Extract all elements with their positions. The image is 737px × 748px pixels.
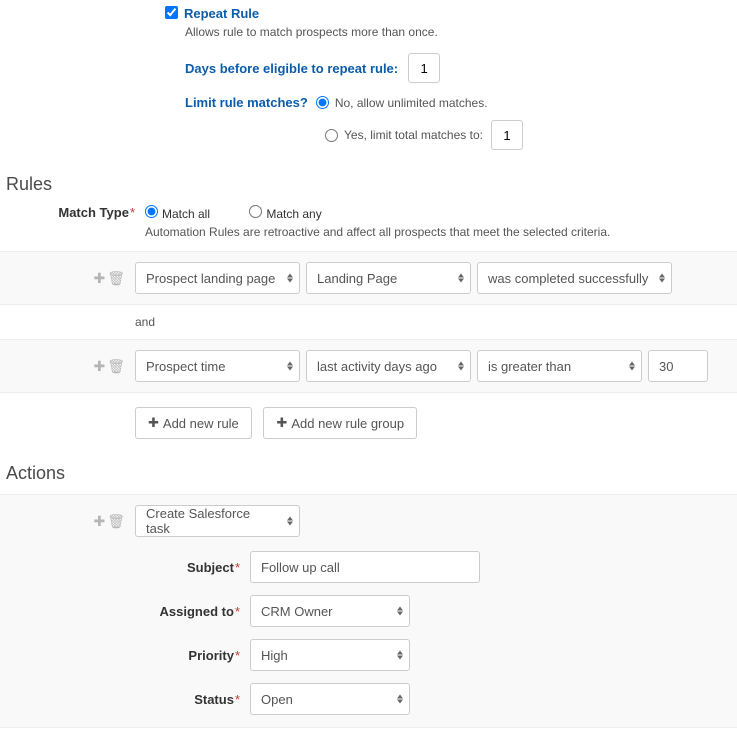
trash-icon[interactable]: 🗑 [107,513,125,529]
actions-heading: Actions [6,463,737,484]
assigned-to-label: Assigned to [160,604,234,619]
rule-field-select[interactable]: Prospect time [135,350,300,382]
limit-yes-text: Yes, limit total matches to: [344,128,483,142]
match-all-text: Match all [162,207,210,221]
rule-value-input[interactable] [648,350,708,382]
rule-sub-select[interactable]: last activity days ago [306,350,471,382]
rule-row: ✚🗑 Prospect landing page Landing Page wa… [0,251,737,305]
rules-heading: Rules [6,174,737,195]
trash-icon[interactable]: 🗑 [107,270,125,286]
limit-yes-radio[interactable]: Yes, limit total matches to: [325,128,483,142]
days-before-input[interactable] [408,53,440,83]
days-before-label: Days before eligible to repeat rule: [185,61,398,76]
match-help-text: Automation Rules are retroactive and aff… [145,225,610,239]
rule-op-select[interactable]: is greater than [477,350,642,382]
rule-op-select[interactable]: was completed successfully [477,262,672,294]
rule-field-value: Prospect landing page [146,271,275,286]
rule-field-value: Prospect time [146,359,225,374]
rule-sub-value: last activity days ago [317,359,437,374]
add-icon[interactable]: ✚ [93,513,105,529]
limit-no-radio[interactable]: No, allow unlimited matches. [316,96,488,110]
add-icon[interactable]: ✚ [93,358,105,374]
rule-op-value: is greater than [488,359,571,374]
add-new-group-text: Add new rule group [291,416,404,431]
rule-field-select[interactable]: Prospect landing page [135,262,300,294]
assigned-to-value: CRM Owner [261,604,333,619]
add-new-group-button[interactable]: ✚ Add new rule group [263,407,417,439]
assigned-to-select[interactable]: CRM Owner [250,595,410,627]
status-label: Status [194,692,234,707]
action-type-row: ✚🗑 Create Salesforce task [0,494,737,547]
limit-matches-label: Limit rule matches? [185,95,308,110]
add-icon[interactable]: ✚ [93,270,105,286]
limit-value-input[interactable] [491,120,523,150]
rule-op-value: was completed successfully [488,271,648,286]
subject-label: Subject [187,560,234,575]
add-new-rule-text: Add new rule [163,416,239,431]
repeat-rule-title: Repeat Rule [184,6,259,21]
match-any-text: Match any [266,207,321,221]
rule-sub-value: Landing Page [317,271,397,286]
match-all-radio[interactable] [145,205,158,218]
status-select[interactable]: Open [250,683,410,715]
action-type-value: Create Salesforce task [146,506,277,536]
status-value: Open [261,692,293,707]
match-type-label: Match Type [58,205,129,220]
action-type-select[interactable]: Create Salesforce task [135,505,300,537]
trash-icon[interactable]: 🗑 [107,358,125,374]
repeat-rule-checkbox[interactable] [165,6,178,19]
limit-no-text: No, allow unlimited matches. [335,96,488,110]
repeat-rule-desc: Allows rule to match prospects more than… [185,25,737,39]
match-any-radio[interactable] [249,205,262,218]
priority-label: Priority [188,648,234,663]
priority-select[interactable]: High [250,639,410,671]
rule-row: ✚🗑 Prospect time last activity days ago … [0,339,737,393]
rule-sub-select[interactable]: Landing Page [306,262,471,294]
repeat-rule-section: Repeat Rule Allows rule to match prospec… [0,0,737,150]
priority-value: High [261,648,288,663]
and-label: and [135,315,737,329]
required-asterisk: * [130,205,135,220]
subject-input[interactable] [250,551,480,583]
add-new-rule-button[interactable]: ✚ Add new rule [135,407,252,439]
